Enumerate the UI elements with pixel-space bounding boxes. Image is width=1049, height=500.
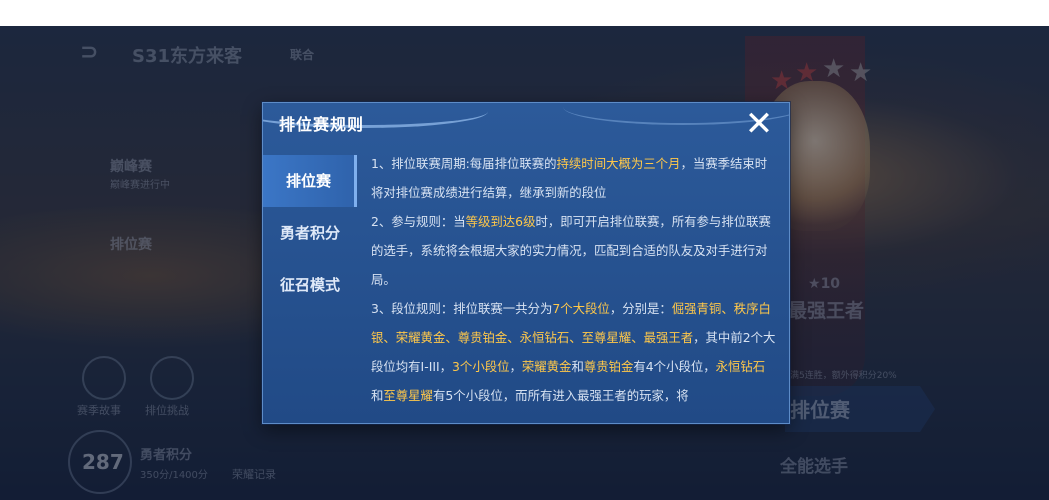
rule-text: ， bbox=[509, 359, 522, 374]
rule-highlight: 7个大段位 bbox=[552, 301, 610, 316]
rule-text: 2、参与规则：当 bbox=[371, 214, 466, 229]
rule-paragraph: 1、排位联赛周期:每届排位联赛的持续时间大概为三个月，当赛季结束时将对排位赛成绩… bbox=[371, 149, 776, 207]
rules-dialog: 排位赛规则 ✕ 排位赛 勇者积分 征召模式 1、排位联赛周期:每届排位联赛的持续… bbox=[262, 102, 790, 424]
rules-content: 1、排位联赛周期:每届排位联赛的持续时间大概为三个月，当赛季结束时将对排位赛成绩… bbox=[371, 149, 776, 417]
rule-paragraph: 3、段位规则：排位联赛一共分为7个大段位，分别是：倔强青铜、秩序白银、荣耀黄金、… bbox=[371, 294, 776, 410]
rule-text: 和 bbox=[571, 359, 584, 374]
rule-text: 1、排位联赛周期:每届排位联赛的 bbox=[371, 156, 557, 171]
rule-highlight: 荣耀黄金 bbox=[521, 359, 572, 374]
rule-highlight: 至尊星耀 bbox=[383, 388, 433, 403]
rule-highlight: 3个小段位 bbox=[452, 359, 510, 374]
rule-text: ，分别是： bbox=[609, 301, 672, 316]
tab-bravery-points[interactable]: 勇者积分 bbox=[263, 207, 357, 259]
rule-text: 3、段位规则：排位联赛一共分为 bbox=[371, 301, 553, 316]
dialog-title: 排位赛规则 bbox=[279, 115, 365, 134]
tab-draft-mode[interactable]: 征召模式 bbox=[263, 259, 357, 311]
rule-text: 和 bbox=[371, 388, 384, 403]
rule-text: 有4个小段位， bbox=[633, 359, 716, 374]
rule-highlight: 持续时间大概为三个月 bbox=[556, 156, 681, 171]
rule-highlight: 等级到达6级 bbox=[465, 214, 536, 229]
rule-paragraph: 2、参与规则：当等级到达6级时，即可开启排位联赛，所有参与排位联赛的选手，系统将… bbox=[371, 207, 776, 294]
rule-highlight: 永恒钻石 bbox=[715, 359, 766, 374]
tab-ranked[interactable]: 排位赛 bbox=[263, 155, 357, 207]
rule-highlight: 尊贵铂金 bbox=[583, 359, 634, 374]
close-icon[interactable]: ✕ bbox=[739, 105, 779, 143]
rules-tabs: 排位赛 勇者积分 征召模式 bbox=[263, 155, 357, 311]
rule-text: 有5个小段位，而所有进入最强王者的玩家，将 bbox=[432, 388, 689, 403]
